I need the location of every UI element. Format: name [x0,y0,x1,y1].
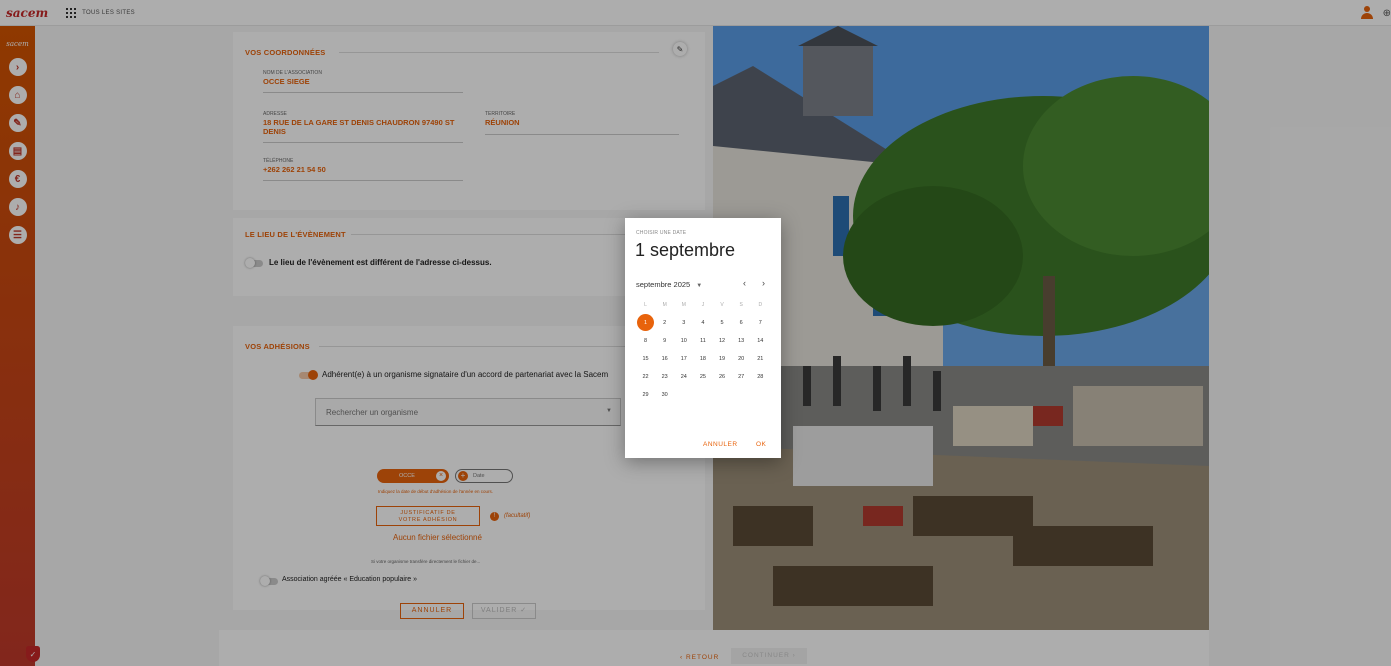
calendar-day[interactable]: 5 [713,318,732,329]
calendar-grid: L M M J V S D 1 2 3 4 5 6 7 8 9 10 11 12 13 14 15 16 17 1… [636,300,770,400]
calendar-day[interactable]: 22 [636,372,655,383]
calendar-day[interactable]: 24 [674,372,693,383]
weekday-label: V [720,302,724,308]
calendar-day[interactable]: 20 [732,354,751,365]
calendar-day[interactable]: 29 [636,390,655,401]
calendar-day[interactable]: 17 [674,354,693,365]
calendar-day[interactable]: 13 [732,336,751,347]
month-year-selector[interactable]: septembre 2025 ▼ [636,280,702,289]
next-month-button[interactable]: › [762,278,765,288]
weekday-label: S [739,302,743,308]
chevron-right-icon: › [762,278,765,288]
calendar-day[interactable]: 18 [693,354,712,365]
weekday-label: M [662,302,667,308]
prev-month-button[interactable]: ‹ [743,278,746,288]
calendar-day[interactable]: 23 [655,372,674,383]
calendar-day[interactable]: 16 [655,354,674,365]
calendar-day[interactable]: 15 [636,354,655,365]
calendar-day[interactable]: 28 [751,372,770,383]
calendar-day-selected[interactable]: 1 [636,314,655,331]
calendar-day[interactable]: 27 [732,372,751,383]
weekday-label: D [758,302,763,308]
month-year-label: septembre 2025 [636,280,691,289]
date-picker-cancel-button[interactable]: ANNULER [703,441,738,448]
weekday-label: J [701,302,705,308]
calendar-day[interactable]: 10 [674,336,693,347]
selected-date-display: 1 septembre [635,240,736,260]
weekday-label: L [644,302,647,308]
chevron-left-icon: ‹ [743,278,746,288]
date-picker-label: CHOISIR UNE DATE [636,230,687,236]
calendar-day[interactable]: 2 [655,318,674,329]
calendar-day[interactable]: 6 [732,318,751,329]
calendar-day[interactable]: 7 [751,318,770,329]
calendar-day[interactable]: 25 [693,372,712,383]
weekday-label: M [681,302,686,308]
calendar-day[interactable]: 21 [751,354,770,365]
caret-down-icon: ▼ [696,283,703,289]
calendar-day[interactable]: 26 [713,372,732,383]
date-picker-dialog: CHOISIR UNE DATE 1 septembre septembre 2… [625,218,781,458]
calendar-day[interactable]: 14 [751,336,770,347]
calendar-day[interactable]: 19 [713,354,732,365]
calendar-day[interactable]: 3 [674,318,693,329]
calendar-day[interactable]: 8 [636,336,655,347]
calendar-day[interactable]: 12 [713,336,732,347]
calendar-day[interactable]: 4 [693,318,712,329]
calendar-day[interactable]: 30 [655,390,674,401]
calendar-day[interactable]: 11 [693,336,712,347]
calendar-day[interactable]: 9 [655,336,674,347]
date-picker-ok-button[interactable]: OK [756,441,766,448]
